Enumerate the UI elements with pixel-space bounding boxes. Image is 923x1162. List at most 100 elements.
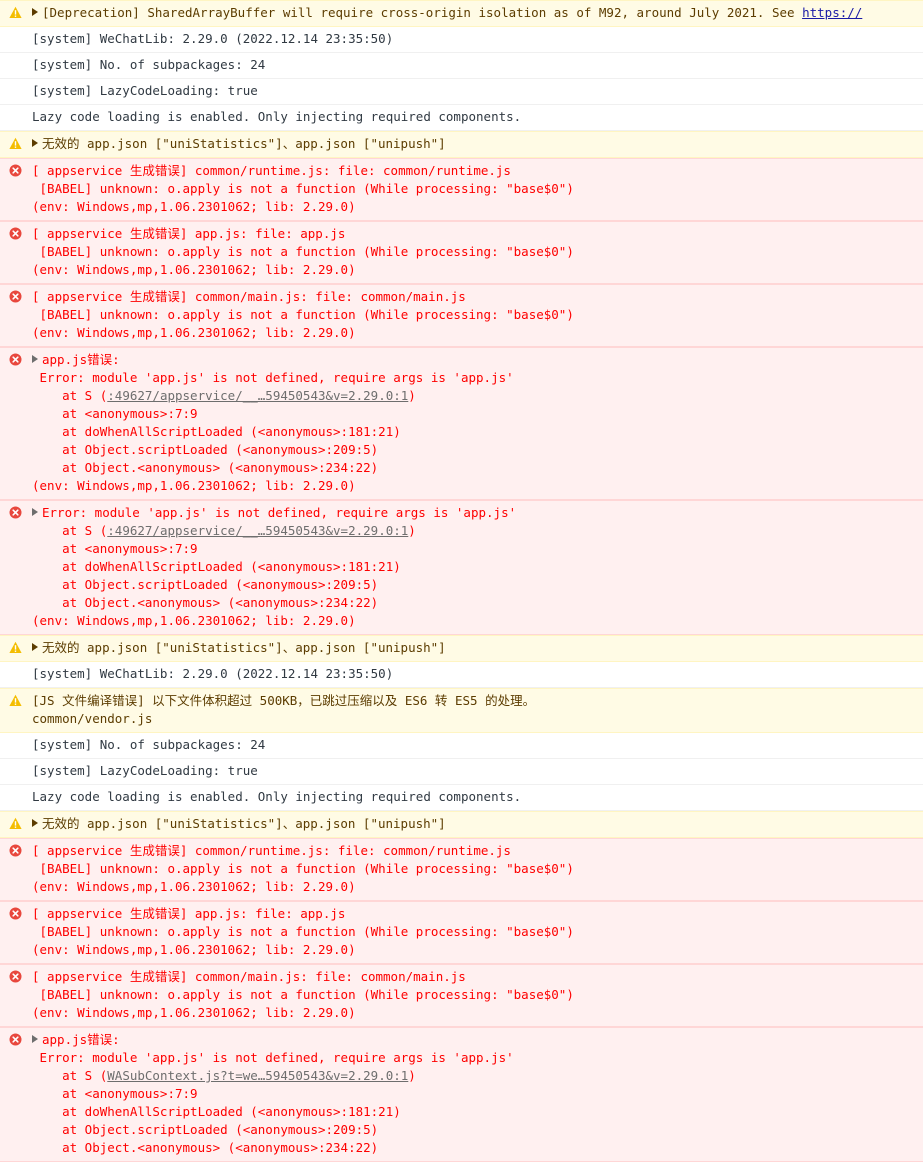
message-text: [JS 文件编译错误] 以下文件体积超过 500KB，已跳过压缩以及 ES6 转… — [32, 693, 536, 708]
message-line: at Object.<anonymous> (<anonymous>:234:2… — [32, 594, 919, 612]
message-text: [BABEL] unknown: o.apply is not a functi… — [32, 181, 574, 196]
message-text: [BABEL] unknown: o.apply is not a functi… — [32, 924, 574, 939]
message-line: [BABEL] unknown: o.apply is not a functi… — [32, 923, 919, 941]
message-line: [system] LazyCodeLoading: true — [32, 82, 919, 100]
message-text: [system] WeChatLib: 2.29.0 (2022.12.14 2… — [32, 31, 394, 46]
message-text: at <anonymous>:7:9 — [32, 1086, 198, 1101]
message-line: at doWhenAllScriptLoaded (<anonymous>:18… — [32, 423, 919, 441]
console-message-warn[interactable]: 无效的 app.json ["uniStatistics"]、app.json … — [0, 635, 923, 662]
message-text: (env: Windows,mp,1.06.2301062; lib: 2.29… — [32, 879, 356, 894]
console-message-warn[interactable]: 无效的 app.json ["uniStatistics"]、app.json … — [0, 131, 923, 158]
message-line: [JS 文件编译错误] 以下文件体积超过 500KB，已跳过压缩以及 ES6 转… — [32, 692, 919, 710]
error-icon — [9, 164, 22, 177]
message-line: Error: module 'app.js' is not defined, r… — [32, 504, 919, 522]
message-line: at <anonymous>:7:9 — [32, 1085, 919, 1103]
message-text: [system] LazyCodeLoading: true — [32, 83, 258, 98]
message-line: [BABEL] unknown: o.apply is not a functi… — [32, 860, 919, 878]
message-text-suffix: ) — [408, 1068, 416, 1083]
warning-icon — [9, 694, 22, 707]
console-message-error: [ appservice 生成错误] app.js: file: app.js … — [0, 901, 923, 964]
message-line: (env: Windows,mp,1.06.2301062; lib: 2.29… — [32, 477, 919, 495]
message-line: (env: Windows,mp,1.06.2301062; lib: 2.29… — [32, 198, 919, 216]
expand-caret-icon[interactable] — [32, 819, 38, 827]
expand-caret-icon[interactable] — [32, 508, 38, 516]
message-line: [ appservice 生成错误] common/main.js: file:… — [32, 968, 919, 986]
message-text: [system] No. of subpackages: 24 — [32, 57, 266, 72]
console-message-error[interactable]: app.js错误: Error: module 'app.js' is not … — [0, 347, 923, 500]
source-link[interactable]: https:// — [802, 5, 862, 20]
console-panel: [Deprecation] SharedArrayBuffer will req… — [0, 0, 923, 1162]
console-message-info: [system] WeChatLib: 2.29.0 (2022.12.14 2… — [0, 662, 923, 688]
message-line: (env: Windows,mp,1.06.2301062; lib: 2.29… — [32, 1004, 919, 1022]
message-line: at S (:49627/appservice/__…59450543&v=2.… — [32, 522, 919, 540]
console-message-error[interactable]: app.js错误: Error: module 'app.js' is not … — [0, 1027, 923, 1162]
error-icon — [9, 227, 22, 240]
console-message-error: [ appservice 生成错误] app.js: file: app.js … — [0, 221, 923, 284]
message-line: [BABEL] unknown: o.apply is not a functi… — [32, 180, 919, 198]
message-line: [BABEL] unknown: o.apply is not a functi… — [32, 306, 919, 324]
message-text: [ appservice 生成错误] app.js: file: app.js — [32, 226, 346, 241]
warning-icon — [9, 137, 22, 150]
expand-caret-icon[interactable] — [32, 643, 38, 651]
message-line: at Object.<anonymous> (<anonymous>:234:2… — [32, 459, 919, 477]
source-link[interactable]: WASubContext.js?t=we…59450543&v=2.29.0:1 — [107, 1068, 408, 1083]
message-line: at S (WASubContext.js?t=we…59450543&v=2.… — [32, 1067, 919, 1085]
expand-caret-icon[interactable] — [32, 139, 38, 147]
error-icon — [9, 844, 22, 857]
message-line: at doWhenAllScriptLoaded (<anonymous>:18… — [32, 1103, 919, 1121]
source-link[interactable]: :49627/appservice/__…59450543&v=2.29.0:1 — [107, 523, 408, 538]
message-text: at Object.scriptLoaded (<anonymous>:209:… — [32, 577, 379, 592]
message-text: Error: module 'app.js' is not defined, r… — [32, 1050, 514, 1065]
console-message-info: [system] WeChatLib: 2.29.0 (2022.12.14 2… — [0, 27, 923, 53]
message-text: at doWhenAllScriptLoaded (<anonymous>:18… — [32, 559, 401, 574]
message-line: [ appservice 生成错误] common/runtime.js: fi… — [32, 842, 919, 860]
message-text: at doWhenAllScriptLoaded (<anonymous>:18… — [32, 1104, 401, 1119]
console-message-warn[interactable]: 无效的 app.json ["uniStatistics"]、app.json … — [0, 811, 923, 838]
message-line: [ appservice 生成错误] common/main.js: file:… — [32, 288, 919, 306]
console-message-info: [system] LazyCodeLoading: true — [0, 759, 923, 785]
warning-icon — [9, 6, 22, 19]
console-message-error: [ appservice 生成错误] common/runtime.js: fi… — [0, 838, 923, 901]
message-text: (env: Windows,mp,1.06.2301062; lib: 2.29… — [32, 942, 356, 957]
expand-caret-icon[interactable] — [32, 355, 38, 363]
console-message-warn: [JS 文件编译错误] 以下文件体积超过 500KB，已跳过压缩以及 ES6 转… — [0, 688, 923, 733]
message-line: [BABEL] unknown: o.apply is not a functi… — [32, 986, 919, 1004]
message-line: at Object.scriptLoaded (<anonymous>:209:… — [32, 1121, 919, 1139]
message-line: 无效的 app.json ["uniStatistics"]、app.json … — [32, 815, 919, 833]
message-line: (env: Windows,mp,1.06.2301062; lib: 2.29… — [32, 612, 919, 630]
message-text: [BABEL] unknown: o.apply is not a functi… — [32, 987, 574, 1002]
message-text-suffix: ) — [408, 388, 416, 403]
message-text: at doWhenAllScriptLoaded (<anonymous>:18… — [32, 424, 401, 439]
console-message-info: Lazy code loading is enabled. Only injec… — [0, 785, 923, 811]
message-line: Lazy code loading is enabled. Only injec… — [32, 788, 919, 806]
expand-caret-icon[interactable] — [32, 8, 38, 16]
message-line: at S (:49627/appservice/__…59450543&v=2.… — [32, 387, 919, 405]
message-text: (env: Windows,mp,1.06.2301062; lib: 2.29… — [32, 478, 356, 493]
message-text: common/vendor.js — [32, 711, 153, 726]
message-text: Lazy code loading is enabled. Only injec… — [32, 789, 522, 804]
message-text: (env: Windows,mp,1.06.2301062; lib: 2.29… — [32, 199, 356, 214]
message-text: [BABEL] unknown: o.apply is not a functi… — [32, 244, 574, 259]
message-text: app.js错误: — [42, 352, 120, 367]
message-text: at S ( — [32, 388, 108, 403]
message-line: [system] WeChatLib: 2.29.0 (2022.12.14 2… — [32, 30, 919, 48]
console-message-error[interactable]: Error: module 'app.js' is not defined, r… — [0, 500, 923, 635]
message-line: app.js错误: — [32, 351, 919, 369]
console-message-info: [system] No. of subpackages: 24 — [0, 53, 923, 79]
expand-caret-icon[interactable] — [32, 1035, 38, 1043]
message-line: (env: Windows,mp,1.06.2301062; lib: 2.29… — [32, 878, 919, 896]
error-icon — [9, 506, 22, 519]
message-line: (env: Windows,mp,1.06.2301062; lib: 2.29… — [32, 261, 919, 279]
message-line: [ appservice 生成错误] app.js: file: app.js — [32, 905, 919, 923]
error-icon — [9, 353, 22, 366]
source-link[interactable]: :49627/appservice/__…59450543&v=2.29.0:1 — [107, 388, 408, 403]
message-text: [system] LazyCodeLoading: true — [32, 763, 258, 778]
message-text: at <anonymous>:7:9 — [32, 406, 198, 421]
console-message-warn[interactable]: [Deprecation] SharedArrayBuffer will req… — [0, 0, 923, 27]
message-text: app.js错误: — [42, 1032, 120, 1047]
message-text: [system] No. of subpackages: 24 — [32, 737, 266, 752]
warning-icon — [9, 817, 22, 830]
message-line: [BABEL] unknown: o.apply is not a functi… — [32, 243, 919, 261]
message-text-suffix: ) — [408, 523, 416, 538]
message-line: [system] No. of subpackages: 24 — [32, 736, 919, 754]
